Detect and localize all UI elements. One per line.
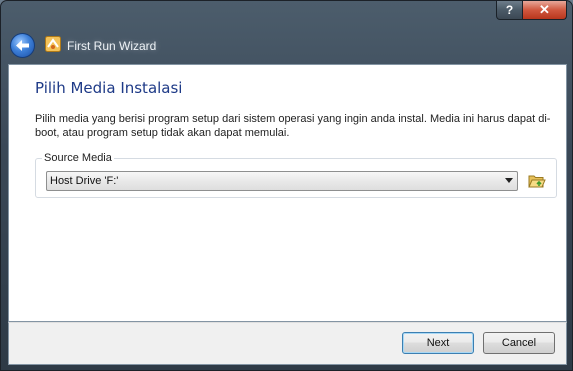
back-button[interactable] — [10, 33, 35, 58]
wizard-window: ? ✕ First Run Wizard Pilih Media Instala… — [0, 0, 573, 371]
help-button[interactable]: ? — [496, 1, 523, 20]
close-button[interactable]: ✕ — [523, 1, 567, 20]
button-bar: Next Cancel — [8, 322, 567, 365]
back-arrow-icon — [16, 40, 29, 51]
caption-buttons: ? ✕ — [496, 1, 567, 20]
page-title: Pilih Media Instalasi — [35, 79, 183, 97]
next-button[interactable]: Next — [402, 332, 474, 354]
choose-file-button[interactable] — [527, 171, 547, 191]
source-media-legend: Source Media — [42, 152, 114, 164]
window-title: First Run Wizard — [67, 39, 157, 53]
title-bar: ? ✕ First Run Wizard — [1, 1, 572, 63]
virtualbox-wizard-icon — [45, 36, 61, 52]
page-description: Pilih media yang berisi program setup da… — [35, 113, 551, 139]
wizard-page: Pilih Media Instalasi Pilih media yang b… — [8, 64, 567, 322]
cancel-button[interactable]: Cancel — [483, 332, 555, 354]
source-media-group: Source Media Host Drive 'F:' — [35, 152, 557, 198]
chevron-down-icon — [505, 178, 513, 183]
source-media-selected: Host Drive 'F:' — [50, 175, 119, 187]
open-folder-icon — [528, 175, 546, 188]
source-media-select[interactable]: Host Drive 'F:' — [46, 171, 518, 191]
